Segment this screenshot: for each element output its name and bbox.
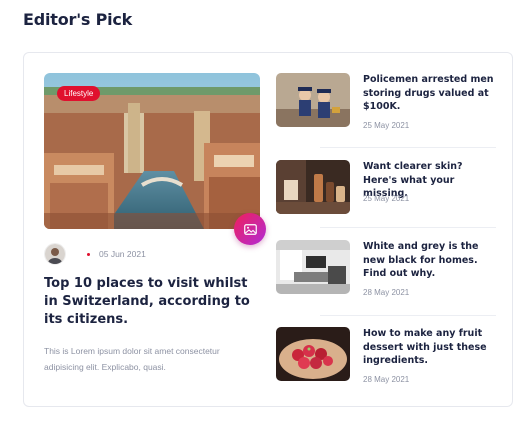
divider: [320, 147, 496, 148]
image-icon[interactable]: [234, 213, 266, 245]
article-date: 25 May 2021: [363, 121, 410, 130]
article-date: 28 May 2021: [363, 375, 410, 384]
article-thumbnail[interactable]: [276, 73, 350, 127]
article-title[interactable]: How to make any fruit dessert with just …: [363, 327, 499, 368]
featured-excerpt: This is Lorem ipsum dolor sit amet conse…: [44, 346, 220, 372]
featured-article[interactable]: Lifestyle 05 Jun 2021 Top 10 places to v…: [44, 73, 266, 372]
article-thumbnail[interactable]: [276, 327, 350, 381]
list-item[interactable]: How to make any fruit dessert with just …: [276, 327, 496, 387]
divider: [320, 315, 496, 316]
list-item[interactable]: Want clearer skin? Here's what your miss…: [276, 160, 496, 220]
article-date: 28 May 2021: [363, 288, 410, 297]
author-avatar[interactable]: [44, 243, 66, 265]
divider: [320, 227, 496, 228]
article-thumbnail[interactable]: [276, 240, 350, 294]
meta-separator-dot: [87, 252, 90, 256]
section-title: Editor's Pick: [23, 10, 133, 29]
article-date: 25 May 2021: [363, 194, 410, 203]
article-title[interactable]: Policemen arrested men storing drugs val…: [363, 73, 499, 114]
article-title[interactable]: White and grey is the new black for home…: [363, 240, 499, 281]
featured-image[interactable]: Lifestyle: [44, 73, 260, 229]
featured-meta: 05 Jun 2021: [44, 243, 146, 265]
list-item[interactable]: Policemen arrested men storing drugs val…: [276, 73, 496, 133]
category-badge[interactable]: Lifestyle: [57, 86, 101, 101]
featured-title[interactable]: Top 10 places to visit whilst in Switzer…: [44, 275, 260, 329]
featured-date: 05 Jun 2021: [99, 249, 146, 259]
list-item[interactable]: White and grey is the new black for home…: [276, 240, 496, 300]
article-thumbnail[interactable]: [276, 160, 350, 214]
editors-pick-card: Lifestyle 05 Jun 2021 Top 10 places to v…: [23, 52, 513, 407]
